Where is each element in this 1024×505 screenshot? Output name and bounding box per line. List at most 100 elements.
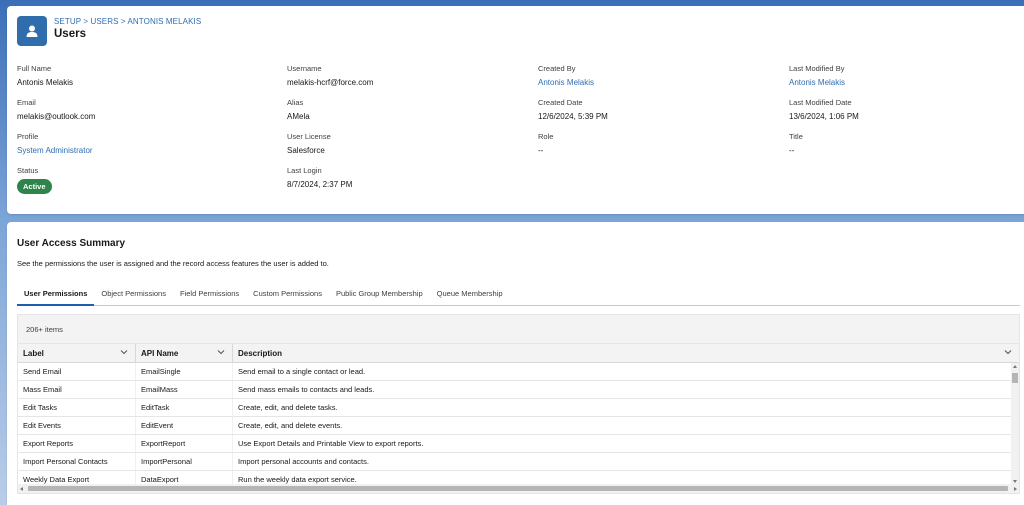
alias-field: Alias AMela (287, 98, 310, 122)
field-label: Username (287, 64, 322, 73)
last-login-value: 8/7/2024, 2:37 PM (287, 180, 353, 189)
cell-description: Create, edit, and delete tasks. (238, 403, 338, 412)
cell-description: Send email to a single contact or lead. (238, 367, 366, 376)
column-header-api-name[interactable]: API Name (136, 344, 233, 362)
tab-bar: User Permissions Object Permissions Fiel… (17, 284, 1020, 306)
section-description: See the permissions the user is assigned… (17, 259, 329, 268)
field-label: Title (789, 132, 803, 141)
cell-description: Run the weekly data export service. (238, 475, 357, 484)
tab-queue-membership[interactable]: Queue Membership (430, 284, 510, 306)
permissions-table: 206+ items Label API Name Description Se… (17, 314, 1020, 494)
cell-label: Export Reports (18, 435, 136, 452)
profile-field: Profile System Administrator (17, 132, 93, 156)
field-label: Last Login (287, 166, 322, 175)
field-label: Status (17, 166, 39, 175)
scroll-up-arrow-icon[interactable] (1013, 365, 1017, 368)
table-header: Label API Name Description (18, 344, 1019, 363)
section-title: User Access Summary (17, 238, 126, 249)
table-row[interactable]: Mass Email EmailMass Send mass emails to… (18, 381, 1019, 399)
table-row[interactable]: Send Email EmailSingle Send email to a s… (18, 363, 1019, 381)
field-label: Alias (287, 98, 304, 107)
table-row[interactable]: Weekly Data Export DataExport Run the we… (18, 471, 1019, 485)
column-header-description[interactable]: Description (233, 344, 1019, 362)
scroll-thumb[interactable] (28, 486, 1008, 491)
item-count: 206+ items (18, 315, 1019, 344)
field-label: Created Date (538, 98, 583, 107)
tab-field-permissions[interactable]: Field Permissions (173, 284, 246, 306)
full-name-value: Antonis Melakis (17, 78, 74, 87)
breadcrumb[interactable]: SETUP > USERS > ANTONIS MELAKIS (54, 17, 201, 26)
cell-label: Import Personal Contacts (18, 453, 136, 470)
field-label: Profile (17, 132, 39, 141)
scroll-left-arrow-icon[interactable] (20, 487, 23, 491)
chevron-down-icon[interactable] (120, 348, 128, 358)
table-row[interactable]: Edit Events EditEvent Create, edit, and … (18, 417, 1019, 435)
title-value: -- (789, 146, 795, 155)
email-value: melakis@outlook.com (17, 112, 96, 121)
table-row[interactable]: Export Reports ExportReport Use Export D… (18, 435, 1019, 453)
full-name-field: Full Name Antonis Melakis (17, 64, 73, 88)
field-label: User License (287, 132, 331, 141)
last-modified-date-field: Last Modified Date 13/6/2024, 1:06 PM (789, 98, 859, 122)
cell-label: Send Email (18, 363, 136, 380)
user-license-field: User License Salesforce (287, 132, 331, 156)
tab-public-group-membership[interactable]: Public Group Membership (329, 284, 430, 306)
tab-user-permissions[interactable]: User Permissions (17, 284, 95, 306)
table-row[interactable]: Edit Tasks EditTask Create, edit, and de… (18, 399, 1019, 417)
created-by-link[interactable]: Antonis Melakis (538, 78, 594, 88)
cell-label: Mass Email (18, 381, 136, 398)
alias-value: AMela (287, 112, 310, 121)
cell-api-name: EditEvent (136, 417, 233, 434)
scroll-thumb[interactable] (1012, 373, 1018, 383)
last-modified-by-link[interactable]: Antonis Melakis (789, 78, 845, 88)
cell-api-name: ImportPersonal (136, 453, 233, 470)
cell-description: Create, edit, and delete events. (238, 421, 343, 430)
last-modified-by-field: Last Modified By Antonis Melakis (789, 64, 845, 88)
horizontal-scrollbar[interactable] (18, 484, 1019, 493)
column-header-label[interactable]: Label (18, 344, 136, 362)
cell-api-name: EmailMass (136, 381, 233, 398)
cell-api-name: ExportReport (136, 435, 233, 452)
table-body: Send Email EmailSingle Send email to a s… (18, 363, 1019, 485)
column-header-text: Label (23, 349, 44, 358)
chevron-down-icon[interactable] (1004, 348, 1012, 358)
scroll-down-arrow-icon[interactable] (1013, 480, 1017, 483)
column-header-text: API Name (141, 349, 179, 358)
title-field: Title -- (789, 132, 803, 156)
cell-api-name: EditTask (136, 399, 233, 416)
created-by-field: Created By Antonis Melakis (538, 64, 594, 88)
cell-description: Send mass emails to contacts and leads. (238, 385, 375, 394)
cell-label: Weekly Data Export (18, 471, 136, 485)
username-value: melakis-hcrf@force.com (287, 78, 374, 87)
tab-custom-permissions[interactable]: Custom Permissions (246, 284, 329, 306)
field-label: Last Modified Date (789, 98, 852, 107)
cell-label: Edit Tasks (18, 399, 136, 416)
profile-link[interactable]: System Administrator (17, 146, 93, 156)
field-label: Full Name (17, 64, 52, 73)
cell-description: Use Export Details and Printable View to… (238, 439, 424, 448)
cell-api-name: DataExport (136, 471, 233, 485)
user-access-summary-card: User Access Summary See the permissions … (7, 222, 1024, 505)
table-row[interactable]: Import Personal Contacts ImportPersonal … (18, 453, 1019, 471)
username-field: Username melakis-hcrf@force.com (287, 64, 373, 88)
created-date-value: 12/6/2024, 5:39 PM (538, 112, 608, 121)
cell-description: Import personal accounts and contacts. (238, 457, 369, 466)
status-badge: Active (17, 179, 52, 194)
user-license-value: Salesforce (287, 146, 325, 155)
page-title: Users (54, 28, 86, 40)
field-label: Role (538, 132, 554, 141)
last-modified-date-value: 13/6/2024, 1:06 PM (789, 112, 859, 121)
vertical-scrollbar[interactable] (1011, 363, 1019, 485)
cell-api-name: EmailSingle (136, 363, 233, 380)
status-field: Status Active (17, 166, 52, 194)
last-login-field: Last Login 8/7/2024, 2:37 PM (287, 166, 352, 190)
user-record-header: SETUP > USERS > ANTONIS MELAKIS Users Fu… (7, 6, 1024, 214)
user-icon (17, 16, 47, 46)
chevron-down-icon[interactable] (217, 348, 225, 358)
cell-label: Edit Events (18, 417, 136, 434)
field-label: Email (17, 98, 36, 107)
role-value: -- (538, 146, 544, 155)
tab-object-permissions[interactable]: Object Permissions (94, 284, 173, 306)
field-label: Created By (538, 64, 576, 73)
scroll-right-arrow-icon[interactable] (1014, 487, 1017, 491)
